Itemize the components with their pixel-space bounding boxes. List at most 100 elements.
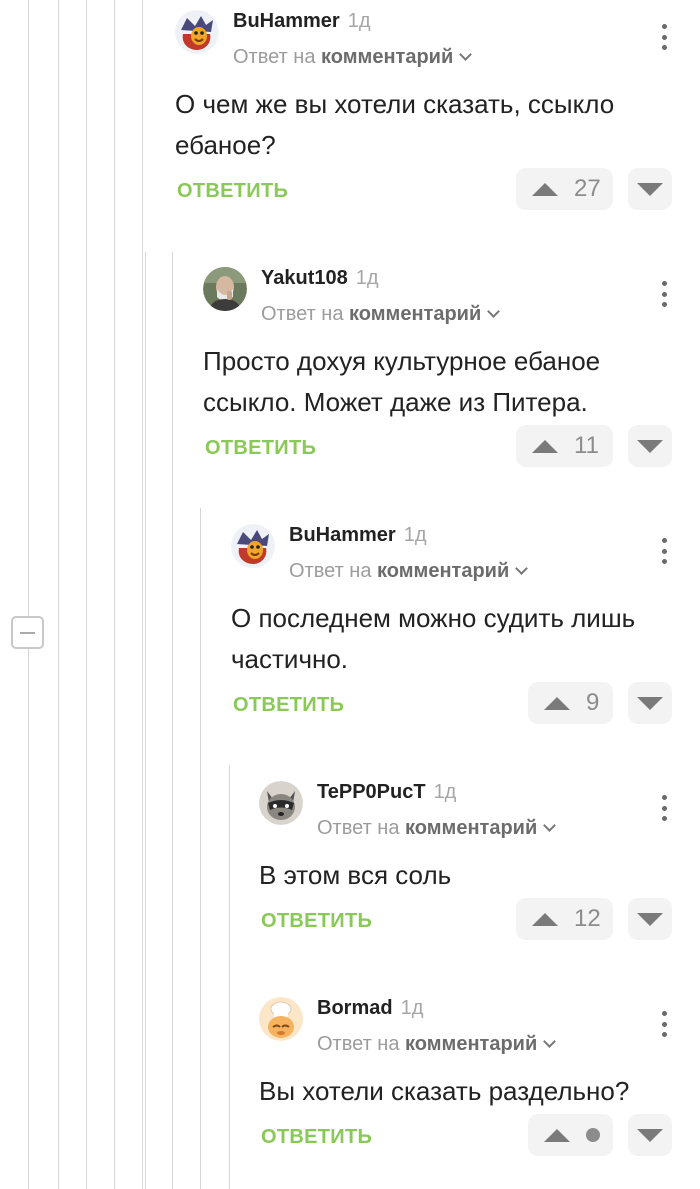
avatar[interactable] [175,10,219,54]
comment-text: О чем же вы хотели сказать, ссыкло ебано… [175,89,615,160]
vote-up-button[interactable]: 12 [516,898,613,940]
comment-text: Вы хотели сказать раздельно? [259,1076,630,1106]
vote-down-button[interactable] [628,1114,672,1156]
dot [662,1021,667,1027]
avatar[interactable] [203,267,247,311]
thread-line [28,0,29,1189]
comment-text: Просто дохуя культурное ебаное ссыкло. М… [203,346,601,417]
author-name[interactable]: BuHammer 1д [289,524,427,547]
triangle-up-icon [544,1128,570,1142]
reply-to-link[interactable]: Ответ на комментарий [233,46,473,69]
comment: BuHammer 1д Ответ на комментарий О чем же… [175,0,700,216]
rating-count: 9 [586,689,600,716]
reply-to-link[interactable]: Ответ на комментарий [317,817,557,840]
man-photo-avatar [203,267,247,311]
comment-age: 1д [400,997,424,1019]
more-options-button[interactable] [662,281,668,307]
comment: BuHammer 1д Ответ на комментарий О послед… [231,514,700,730]
chevron-down-icon [515,562,529,575]
triangle-down-icon [637,439,663,453]
dot [662,538,667,543]
thread-line [172,252,173,1189]
thread-line [114,0,115,1189]
vote-up-button[interactable]: 11 [516,425,613,467]
dot [662,24,667,29]
minus-icon [20,631,35,634]
reply-to-link[interactable]: Ответ на комментарий [289,560,529,583]
rating-count: 12 [574,905,601,932]
more-options-button[interactable] [662,1011,668,1037]
avatar[interactable] [259,781,303,825]
dot [662,548,667,554]
reply-button[interactable]: ОТВЕТИТЬ [205,437,316,460]
triangle-up-icon [532,439,558,453]
author-name[interactable]: Bormad 1д [317,997,423,1020]
triangle-down-icon [637,182,663,196]
comment-age: 1д [433,781,457,803]
comment-age: 1д [355,267,379,289]
thread-line [229,765,230,1189]
reply-button[interactable]: ОТВЕТИТЬ [233,694,344,717]
triangle-down-icon [637,912,663,926]
thread-line [142,0,143,1189]
vote-up-button[interactable]: 9 [528,682,613,724]
author-name[interactable]: BuHammer 1д [233,10,371,33]
comment: Bormad 1д Ответ на комментарий Вы хотели … [259,987,700,1162]
dot [662,302,667,307]
crowned-duck-avatar [231,524,275,568]
vote-up-button[interactable]: 27 [516,168,613,210]
chef-avatar [259,997,303,1041]
dot [662,34,667,40]
chevron-down-icon [543,819,557,832]
rating-hidden-dot [586,1128,600,1142]
dot [662,45,667,50]
dot [662,795,667,800]
avatar[interactable] [259,997,303,1041]
vote-down-button[interactable] [628,168,672,210]
crowned-duck-avatar [175,10,219,54]
comment-age: 1д [347,10,371,32]
vote-down-button[interactable] [628,682,672,724]
thread-line [145,252,146,1189]
thread-line [86,0,87,1189]
rating-count: 11 [574,432,599,459]
rating-count: 27 [574,175,601,202]
reply-button[interactable]: ОТВЕТИТЬ [261,910,372,933]
comment: TePP0PucT 1д Ответ на комментарий В этом … [259,771,700,946]
avatar[interactable] [231,524,275,568]
triangle-up-icon [532,182,558,196]
dot [662,1011,667,1016]
dot [662,291,667,297]
author-name[interactable]: Yakut108 1д [261,267,379,290]
chevron-down-icon [487,305,501,318]
comment: Yakut108 1д Ответ на комментарий Просто д… [203,257,700,473]
collapse-thread-button[interactable] [11,616,44,649]
reply-button[interactable]: ОТВЕТИТЬ [261,1126,372,1149]
comment-text: О последнем можно судить лишь частично. [231,603,636,674]
reply-to-link[interactable]: Ответ на комментарий [261,303,501,326]
triangle-up-icon [544,696,570,710]
dot [662,281,667,286]
triangle-up-icon [532,912,558,926]
comment-text: В этом вся соль [259,860,452,890]
more-options-button[interactable] [662,538,668,564]
dot [662,1032,667,1037]
reply-button[interactable]: ОТВЕТИТЬ [177,180,288,203]
chevron-down-icon [459,48,473,61]
author-name[interactable]: TePP0PucT 1д [317,781,456,804]
vote-down-button[interactable] [628,898,672,940]
triangle-down-icon [637,1128,663,1142]
vote-up-button[interactable] [528,1114,613,1156]
thread-line [58,0,59,1189]
more-options-button[interactable] [662,24,668,50]
chevron-down-icon [543,1035,557,1048]
reply-to-link[interactable]: Ответ на комментарий [317,1033,557,1056]
more-options-button[interactable] [662,795,668,821]
comment-age: 1д [403,524,427,546]
dot [662,559,667,564]
raccoon-avatar [259,781,303,825]
dot [662,816,667,821]
thread-line [200,508,201,1189]
vote-down-button[interactable] [628,425,672,467]
triangle-down-icon [637,696,663,710]
